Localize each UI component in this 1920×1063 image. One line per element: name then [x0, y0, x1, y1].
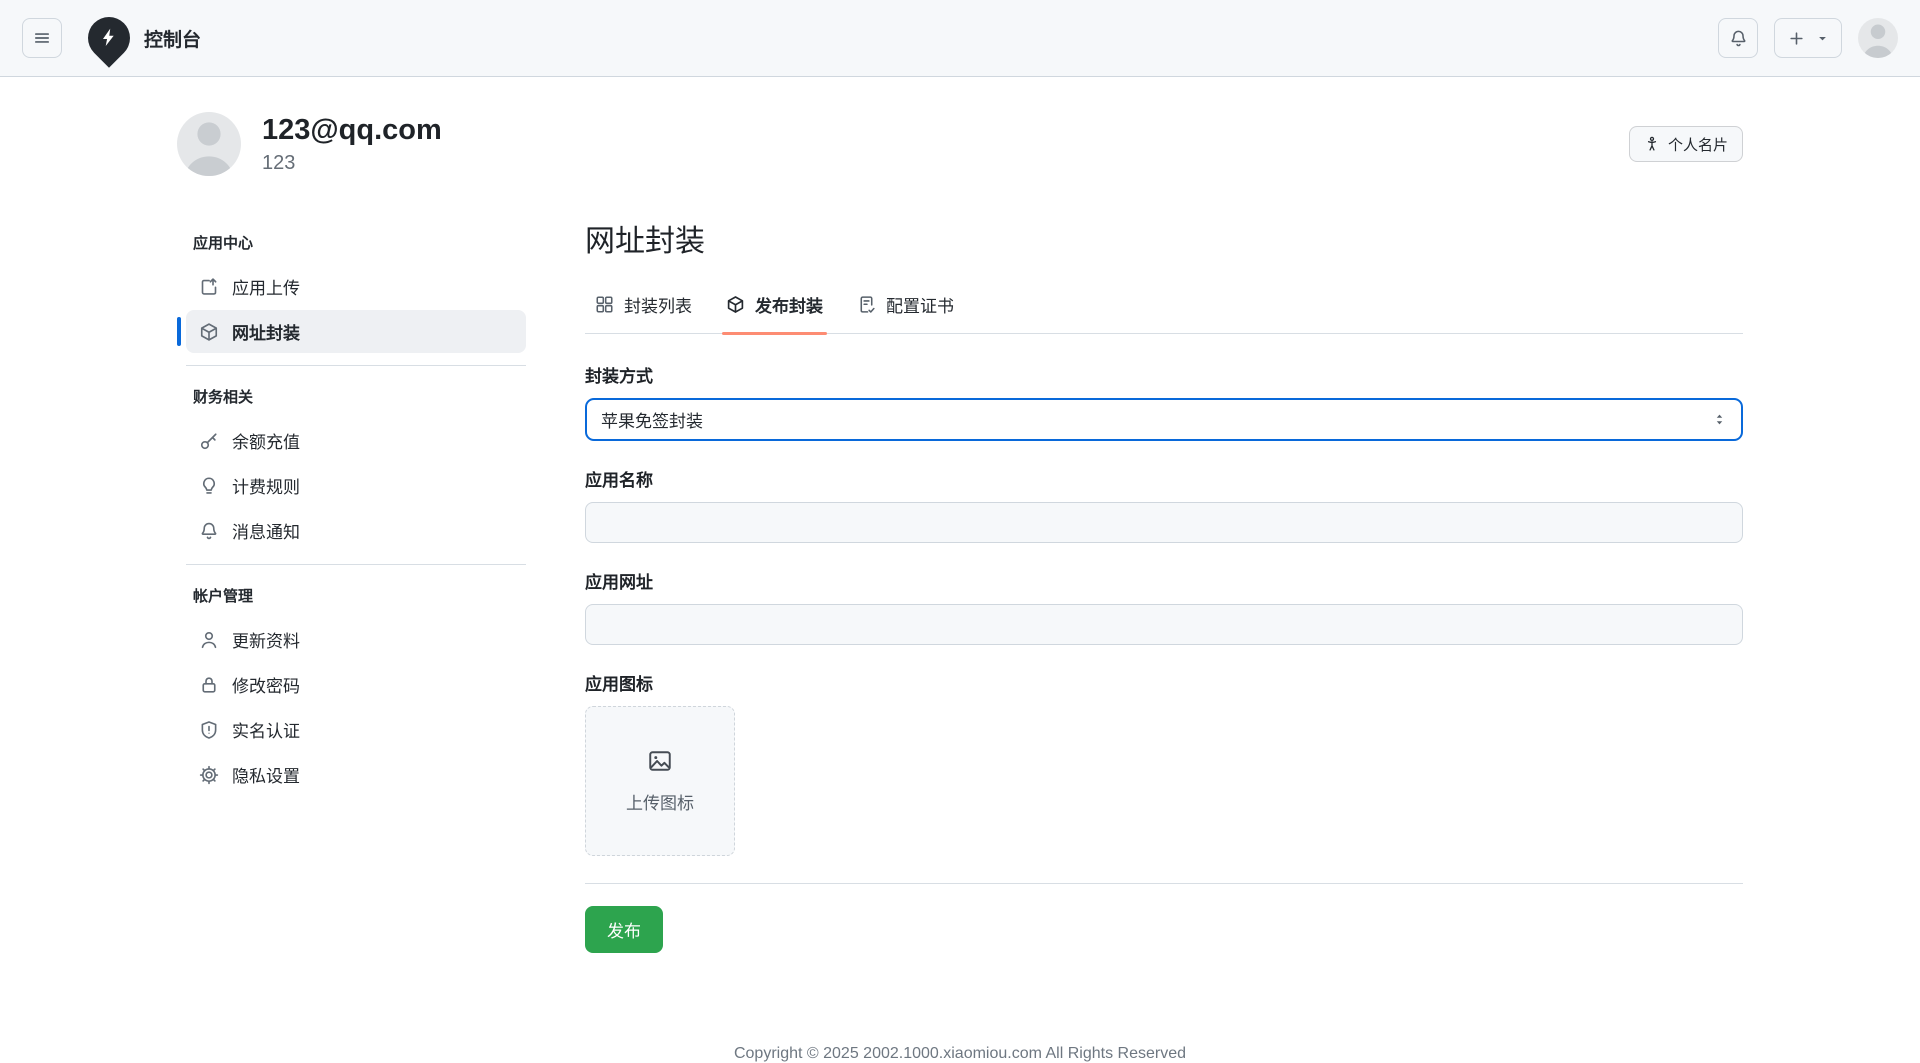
sidebar-item-label: 网址封装: [232, 319, 300, 344]
bell-icon: [199, 521, 219, 541]
app-name-label: 应用名称: [585, 466, 1743, 491]
app-name-input[interactable]: [585, 502, 1743, 543]
lightning-bolt-icon: [93, 22, 124, 53]
key-icon: [199, 431, 219, 451]
sidebar-item-app-upload[interactable]: 应用上传: [186, 265, 526, 308]
sidebar-divider: [186, 564, 526, 565]
gear-icon: [199, 765, 219, 785]
upload-tray-icon: [199, 277, 219, 297]
menu-icon: [33, 29, 51, 47]
sidebar-item-label: 应用上传: [232, 274, 300, 299]
profile-card-button[interactable]: 个人名片: [1629, 126, 1743, 162]
app-title: 控制台: [144, 25, 201, 52]
package-method-label: 封装方式: [585, 362, 1743, 387]
profile-card-label: 个人名片: [1668, 134, 1728, 155]
sidebar-item-balance-recharge[interactable]: 余额充值: [186, 419, 526, 462]
sidebar-item-realname-verification[interactable]: 实名认证: [186, 708, 526, 751]
tab-label: 封装列表: [624, 292, 692, 317]
sidebar-item-url-packaging[interactable]: 网址封装: [186, 310, 526, 353]
sidebar-item-label: 消息通知: [232, 518, 300, 543]
sidebar-item-privacy-settings[interactable]: 隐私设置: [186, 753, 526, 796]
sidebar-section-title-apps: 应用中心: [177, 224, 526, 263]
form-divider: [585, 883, 1743, 884]
publish-button[interactable]: 发布: [585, 906, 663, 953]
package-method-select[interactable]: 苹果免签封装: [585, 398, 1743, 441]
sidebar-section-title-finance: 财务相关: [177, 378, 526, 417]
publish-form: 封装方式 苹果免签封装 应用名称 应用网址 应用图标 上传图标: [585, 362, 1743, 953]
notifications-button[interactable]: [1718, 18, 1758, 58]
app-icon-label: 应用图标: [585, 670, 1743, 695]
shield-icon: [199, 720, 219, 740]
grid-icon: [595, 295, 614, 314]
profile-avatar: [177, 112, 241, 176]
person-silhouette-icon: [177, 112, 241, 176]
page-title: 网址封装: [585, 216, 1743, 260]
profile-username: 123: [262, 152, 442, 175]
top-header: 控制台: [0, 0, 1920, 77]
tab-label: 发布封装: [755, 292, 823, 317]
header-avatar[interactable]: [1858, 18, 1898, 58]
lock-icon: [199, 675, 219, 695]
plus-icon: [1788, 30, 1805, 47]
tab-bar: 封装列表 发布封装 配置证书: [585, 286, 1743, 334]
sidebar-item-label: 更新资料: [232, 627, 300, 652]
sidebar-section-title-account: 帐户管理: [177, 577, 526, 616]
upload-icon-text: 上传图标: [626, 789, 694, 814]
tab-label: 配置证书: [886, 292, 954, 317]
app-logo[interactable]: [79, 8, 138, 67]
package-icon: [199, 322, 219, 342]
file-check-icon: [857, 295, 876, 314]
main-content: 网址封装 封装列表 发布封装: [585, 224, 1743, 953]
person-card-icon: [1644, 136, 1660, 152]
app-url-input[interactable]: [585, 604, 1743, 645]
tab-package-list[interactable]: 封装列表: [585, 286, 702, 333]
sidebar-item-label: 隐私设置: [232, 762, 300, 787]
app-url-label: 应用网址: [585, 568, 1743, 593]
sidebar-item-update-profile[interactable]: 更新资料: [186, 618, 526, 661]
person-silhouette-icon: [1858, 18, 1898, 58]
person-icon: [199, 630, 219, 650]
sidebar-item-label: 计费规则: [232, 473, 300, 498]
package-method-selected-value: 苹果免签封装: [601, 407, 703, 432]
sidebar-item-billing-rules[interactable]: 计费规则: [186, 464, 526, 507]
profile-header: 123@qq.com 123 个人名片: [177, 77, 1743, 176]
sidebar-item-notifications[interactable]: 消息通知: [186, 509, 526, 552]
sidebar-item-label: 余额充值: [232, 428, 300, 453]
sidebar-divider: [186, 365, 526, 366]
sidebar-nav: 应用中心 应用上传 网址封装 财务相关 余额充值: [177, 224, 526, 953]
sidebar-item-label: 修改密码: [232, 672, 300, 697]
sidebar-item-label: 实名认证: [232, 717, 300, 742]
image-icon: [647, 748, 673, 774]
lightbulb-icon: [199, 476, 219, 496]
icon-upload-dropzone[interactable]: 上传图标: [585, 706, 735, 856]
select-unfold-icon: [1712, 412, 1727, 427]
copyright-footer: Copyright © 2025 2002.1000.xiaomiou.com …: [177, 1045, 1743, 1063]
tab-publish-package[interactable]: 发布封装: [716, 286, 833, 333]
bell-icon: [1729, 29, 1748, 48]
profile-email: 123@qq.com: [262, 113, 442, 148]
package-icon: [726, 295, 745, 314]
menu-button[interactable]: [22, 18, 62, 58]
create-new-button[interactable]: [1774, 18, 1842, 58]
tab-configure-certificate[interactable]: 配置证书: [847, 286, 964, 333]
caret-down-icon: [1817, 33, 1828, 44]
sidebar-item-change-password[interactable]: 修改密码: [186, 663, 526, 706]
